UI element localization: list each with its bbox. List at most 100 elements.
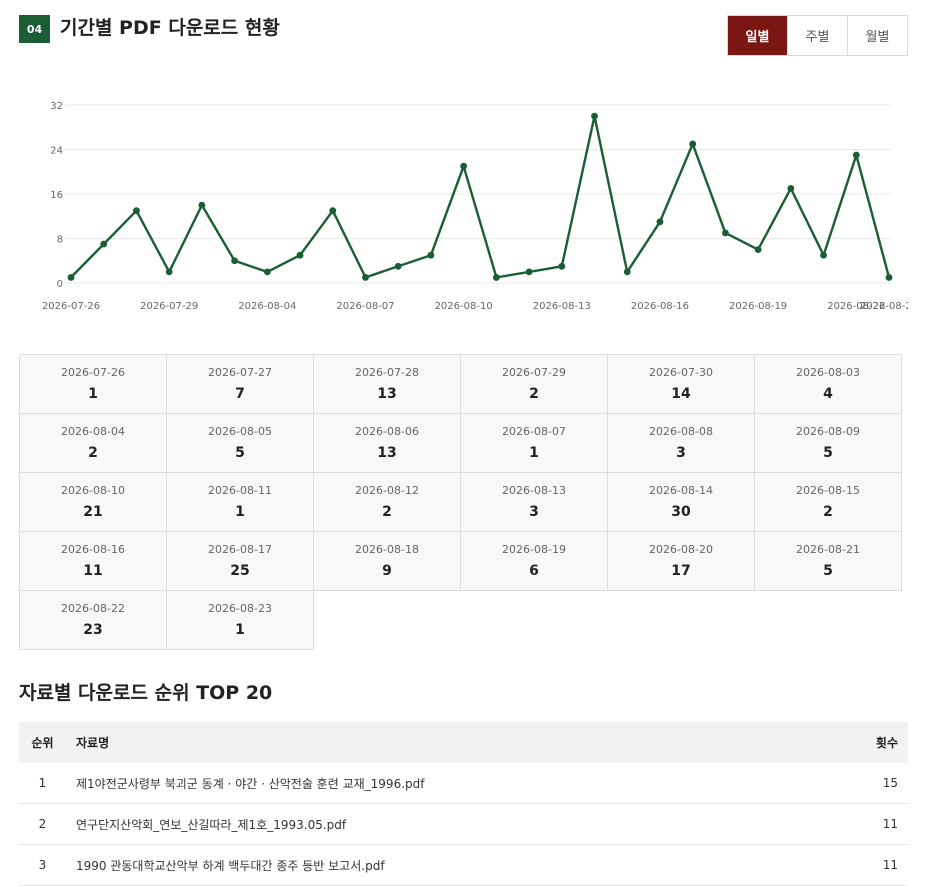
count-cell: 11 <box>808 803 908 845</box>
daily-count-cell: 2026-07-28 13 <box>313 354 461 414</box>
tab-weekly[interactable]: 주별 <box>787 16 847 55</box>
y-tick-label: 32 <box>50 101 63 112</box>
empty-cell <box>313 590 461 650</box>
daily-count-cell: 2026-08-04 2 <box>19 413 167 473</box>
daily-count-cell: 2026-08-09 5 <box>754 413 902 473</box>
cell-count: 21 <box>83 504 103 520</box>
daily-download-chart: 0 8 16 24 32 2026-07-26 2026-07-29 2026-08-04 20… <box>19 90 908 320</box>
cell-count: 7 <box>235 386 245 402</box>
daily-count-cell: 2026-08-13 3 <box>460 472 608 532</box>
data-point <box>852 151 860 159</box>
data-point <box>885 274 893 281</box>
daily-count-cell: 2026-08-05 5 <box>166 413 314 473</box>
section-title: 기간별 PDF 다운로드 현황 <box>60 17 280 39</box>
count-cell: 11 <box>808 844 908 886</box>
grid-row: 2026-08-16 11 2026-08-17 25 2026-08-18 9 2026-… <box>19 531 902 591</box>
data-point <box>165 268 173 276</box>
cell-date: 2026-08-08 <box>649 425 713 438</box>
grid-row: 2026-08-04 2 2026-08-05 5 2026-08-06 13 2026-0… <box>19 413 902 473</box>
cell-count: 14 <box>671 386 691 402</box>
x-tick-label: 2026-08-19 <box>729 301 787 312</box>
daily-count-cell: 2026-08-07 1 <box>460 413 608 473</box>
cell-count: 2 <box>382 504 392 520</box>
cell-count: 1 <box>88 386 98 402</box>
daily-count-cell: 2026-08-16 11 <box>19 531 167 591</box>
cell-date: 2026-08-17 <box>208 543 272 556</box>
rank-cell: 3 <box>19 844 66 886</box>
cell-date: 2026-07-30 <box>649 366 713 379</box>
y-tick-label: 24 <box>50 146 63 157</box>
empty-cell <box>460 590 608 650</box>
header-count: 횟수 <box>808 722 908 763</box>
cell-count: 3 <box>529 504 539 520</box>
ranking-table: 순위 자료명 횟수 1 제1야전군사령부 북괴군 동계 · 야간 · 산악전술 … <box>19 722 908 886</box>
tab-monthly[interactable]: 월별 <box>847 16 907 55</box>
cell-count: 23 <box>83 622 103 638</box>
grid-row: 2026-07-26 1 2026-07-27 7 2026-07-28 13 2026-0… <box>19 354 902 414</box>
data-point <box>133 207 140 215</box>
data-point <box>787 185 795 192</box>
x-tick-label: 2026-08-04 <box>238 301 296 312</box>
cell-date: 2026-08-04 <box>61 425 125 438</box>
data-point <box>623 268 631 276</box>
daily-count-cell: 2026-08-12 2 <box>313 472 461 532</box>
cell-date: 2026-08-14 <box>649 484 713 497</box>
cell-date: 2026-08-20 <box>649 543 713 556</box>
cell-date: 2026-08-07 <box>502 425 566 438</box>
cell-count: 1 <box>235 622 245 638</box>
daily-count-cell: 2026-08-19 6 <box>460 531 608 591</box>
ranking-title: 자료별 다운로드 순위 TOP 20 <box>19 682 273 704</box>
cell-count: 13 <box>377 445 397 461</box>
data-point <box>558 262 566 270</box>
data-point <box>591 112 598 120</box>
section-number-badge: 04 <box>19 15 50 43</box>
daily-count-cell: 2026-08-21 5 <box>754 531 902 591</box>
rank-cell: 2 <box>19 803 66 845</box>
daily-count-cell: 2026-08-17 25 <box>166 531 314 591</box>
cell-count: 6 <box>529 563 539 579</box>
cell-count: 30 <box>671 504 691 520</box>
cell-date: 2026-08-16 <box>61 543 125 556</box>
table-row: 3 1990 관동대학교산악부 하계 백두대간 종주 등반 보고서.pdf 11 <box>19 844 908 886</box>
daily-count-cell: 2026-08-11 1 <box>166 472 314 532</box>
empty-cell <box>754 590 902 650</box>
cell-date: 2026-08-15 <box>796 484 860 497</box>
data-point <box>754 246 762 254</box>
cell-date: 2026-08-21 <box>796 543 860 556</box>
cell-date: 2026-08-13 <box>502 484 566 497</box>
cell-date: 2026-08-12 <box>355 484 419 497</box>
x-tick-label: 2026-08-16 <box>631 301 689 312</box>
cell-count: 2 <box>823 504 833 520</box>
cell-date: 2026-07-28 <box>355 366 419 379</box>
section-header: 04 기간별 PDF 다운로드 현황 일별 주별 월별 <box>19 15 908 56</box>
data-point <box>231 257 239 265</box>
x-tick-label: 2026-08-07 <box>336 301 394 312</box>
x-tick-label: 2026-08-23 <box>860 301 908 312</box>
cell-count: 4 <box>823 386 833 402</box>
cell-count: 11 <box>83 563 103 579</box>
data-point <box>427 251 435 259</box>
cell-count: 25 <box>230 563 250 579</box>
daily-count-cell: 2026-08-22 23 <box>19 590 167 650</box>
cell-count: 3 <box>676 445 686 461</box>
cell-count: 17 <box>671 563 691 579</box>
table-row: 1 제1야전군사령부 북괴군 동계 · 야간 · 산악전술 훈련 교재_1996… <box>19 763 908 804</box>
x-tick-label: 2026-08-10 <box>435 301 493 312</box>
data-point <box>689 140 697 148</box>
cell-date: 2026-08-06 <box>355 425 419 438</box>
cell-date: 2026-07-27 <box>208 366 272 379</box>
daily-count-cell: 2026-08-06 13 <box>313 413 461 473</box>
data-point <box>67 274 75 281</box>
cell-date: 2026-08-19 <box>502 543 566 556</box>
cell-count: 2 <box>88 445 98 461</box>
cell-count: 1 <box>235 504 245 520</box>
cell-date: 2026-07-29 <box>502 366 566 379</box>
document-title-cell: 1990 관동대학교산악부 하계 백두대간 종주 등반 보고서.pdf <box>66 844 808 886</box>
cell-date: 2026-08-23 <box>208 602 272 615</box>
data-point <box>525 268 533 276</box>
cell-date: 2026-08-11 <box>208 484 272 497</box>
y-tick-label: 16 <box>50 190 63 201</box>
tab-daily[interactable]: 일별 <box>728 16 787 55</box>
data-point <box>460 162 468 170</box>
data-point <box>198 201 206 209</box>
